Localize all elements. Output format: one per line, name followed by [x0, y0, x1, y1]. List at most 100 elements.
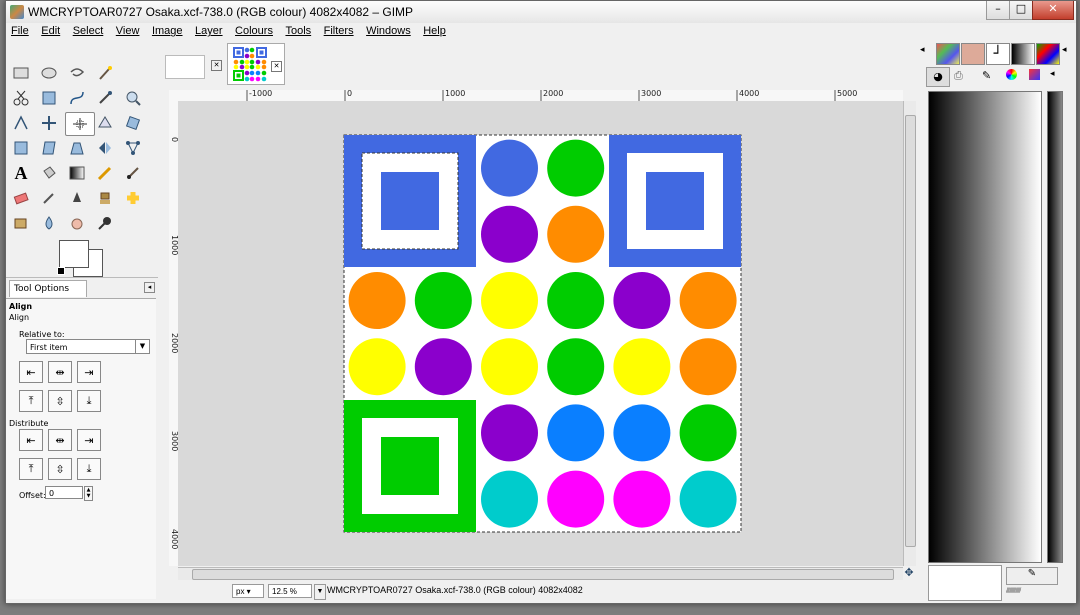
menu-tools[interactable]: Tools	[280, 23, 315, 37]
menu-colours[interactable]: Colours	[230, 23, 277, 37]
offset-input[interactable]: 0	[45, 486, 83, 499]
pattern-icon[interactable]	[961, 43, 985, 65]
clone-icon[interactable]	[93, 187, 117, 209]
cage-transform-icon[interactable]	[121, 137, 145, 159]
foreground-select-icon[interactable]	[37, 87, 61, 109]
distribute-hcenter-button[interactable]: ⇹	[48, 429, 72, 451]
menu-help[interactable]: Help	[418, 23, 450, 37]
color-tab-icon[interactable]	[1006, 69, 1017, 80]
scissors-icon[interactable]	[9, 87, 33, 109]
lasso-icon[interactable]	[65, 62, 89, 84]
tab-tool-options[interactable]: Tool Options	[9, 280, 87, 297]
panel-menu-icon[interactable]: ◂	[1050, 69, 1055, 79]
maximize-button[interactable]: □	[1009, 1, 1033, 20]
horizontal-scrollbar[interactable]	[178, 567, 903, 580]
colormap-icon[interactable]	[1036, 43, 1060, 65]
align-bottom-button[interactable]: ⤓	[77, 390, 101, 412]
close-button[interactable]: ✕	[1032, 1, 1074, 20]
menu-view[interactable]: View	[111, 23, 144, 37]
airbrush-icon[interactable]	[37, 187, 61, 209]
vertical-scroll-thumb[interactable]	[905, 115, 916, 547]
gradient-strip	[1047, 91, 1063, 563]
bucket-fill-icon[interactable]	[37, 162, 61, 184]
align-vcenter-button[interactable]: ⇳	[48, 390, 72, 412]
menu-layer[interactable]: Layer	[190, 23, 227, 37]
rotate-icon[interactable]	[121, 112, 145, 134]
distribute-vcenter-button[interactable]: ⇳	[48, 458, 72, 480]
menu-windows[interactable]: Windows	[361, 23, 415, 37]
shear-icon[interactable]	[37, 137, 61, 159]
gradient-icon[interactable]	[1011, 43, 1035, 65]
zoom-select[interactable]: 12.5 %	[268, 584, 312, 598]
text-tool-icon[interactable]: A	[9, 162, 33, 184]
panel-menu-icon[interactable]: ◂	[144, 282, 155, 293]
color-picker-icon[interactable]	[93, 87, 117, 109]
heal-icon[interactable]	[121, 187, 145, 209]
palette-tab-icon[interactable]	[1029, 69, 1040, 80]
menu-edit[interactable]: Edit	[36, 23, 64, 37]
yellow-circle	[348, 338, 406, 396]
dock-collapse-icon[interactable]: ◂	[920, 45, 928, 59]
transform-icon[interactable]	[93, 112, 117, 134]
image-canvas[interactable]	[178, 101, 903, 566]
align-hcenter-button[interactable]: ⇹	[48, 361, 72, 383]
unit-select[interactable]: px ▾	[232, 584, 264, 598]
measure-icon[interactable]	[9, 112, 33, 134]
close-icon[interactable]: ✕	[271, 61, 282, 72]
pencil-icon[interactable]	[93, 162, 117, 184]
scale-icon[interactable]	[9, 137, 33, 159]
blur-icon[interactable]	[37, 212, 61, 234]
zoom-icon[interactable]	[121, 87, 145, 109]
move-icon[interactable]	[37, 112, 61, 134]
flip-icon[interactable]	[93, 137, 117, 159]
perspective-icon[interactable]	[65, 137, 89, 159]
foreground-color-swatch[interactable]	[59, 240, 89, 268]
navigate-icon[interactable]: ✥	[903, 567, 915, 579]
panel-menu-icon[interactable]: ◂	[1062, 45, 1067, 55]
distribute-top-button[interactable]: ⤒	[19, 458, 43, 480]
gradient-preview	[928, 91, 1042, 563]
ruler-tick-label: 0	[347, 90, 353, 98]
wilber-icon[interactable]: ◕	[926, 67, 950, 87]
menu-file[interactable]: File	[6, 23, 33, 37]
fg-bg-colors[interactable]	[57, 240, 104, 277]
blend-icon[interactable]	[65, 162, 89, 184]
palette-icon[interactable]	[936, 43, 960, 65]
paintbrush-icon[interactable]	[121, 162, 145, 184]
menu-image[interactable]: Image	[147, 23, 187, 37]
offset-stepper[interactable]: ▲ ▼	[84, 486, 93, 501]
dodge-burn-icon[interactable]	[93, 212, 117, 234]
align-tool-icon[interactable]	[65, 112, 95, 136]
default-colors-icon[interactable]	[57, 267, 65, 275]
chevron-down-icon[interactable]: ▼	[314, 584, 326, 600]
vertical-scrollbar[interactable]	[903, 101, 916, 566]
ellipse-select-icon[interactable]	[37, 62, 61, 84]
ink-icon[interactable]	[65, 187, 89, 209]
relative-to-select[interactable]: First item ▼	[26, 339, 150, 354]
edit-icon[interactable]: ✎	[1006, 567, 1058, 585]
distribute-right-button[interactable]: ⇥	[77, 429, 101, 451]
fuzzy-select-icon[interactable]	[93, 62, 117, 84]
menu-select[interactable]: Select	[68, 23, 108, 37]
distribute-bottom-button[interactable]: ⤓	[77, 458, 101, 480]
perspective-clone-icon[interactable]	[9, 212, 33, 234]
paths-icon[interactable]	[65, 87, 89, 109]
menu-filters[interactable]: Filters	[319, 23, 358, 37]
eraser-icon[interactable]	[9, 187, 33, 209]
brush-icon[interactable]: ┘	[986, 43, 1010, 65]
align-top-button[interactable]: ⤒	[19, 390, 43, 412]
align-left-button[interactable]: ⇤	[19, 361, 43, 383]
horizontal-scroll-thumb[interactable]	[192, 569, 894, 580]
align-right-button[interactable]: ⇥	[77, 361, 101, 383]
distribute-left-button[interactable]: ⇤	[19, 429, 43, 451]
close-icon[interactable]: ✕	[211, 60, 222, 71]
smudge-icon[interactable]	[65, 212, 89, 234]
image-tab-2[interactable]: ✕	[227, 43, 285, 85]
green-circle	[547, 338, 605, 396]
rect-select-icon[interactable]	[9, 62, 33, 84]
image-tab-1[interactable]: ✕	[159, 43, 224, 83]
printer-icon[interactable]: ⎙	[954, 69, 963, 83]
brush-tab-icon[interactable]: ✎	[982, 69, 991, 82]
image-canvas-area[interactable]	[178, 101, 903, 566]
minimize-button[interactable]: –	[986, 1, 1010, 20]
